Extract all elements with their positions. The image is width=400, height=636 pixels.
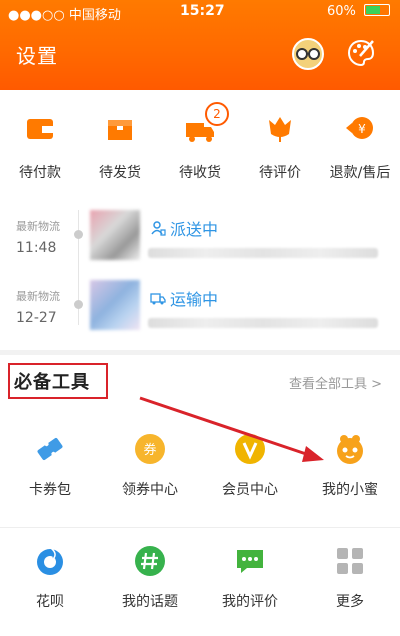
order-label: 待付款	[19, 165, 61, 181]
tool-label: 花呗	[36, 594, 64, 610]
vip-icon	[234, 433, 266, 465]
hashtag-icon	[134, 545, 166, 577]
wallet-icon	[23, 112, 57, 146]
truck-icon: 2	[183, 102, 229, 146]
logistics-status: 运输中	[170, 290, 219, 309]
chat-icon	[234, 545, 266, 577]
product-thumbnail	[90, 210, 140, 260]
order-label: 退款/售后	[329, 165, 391, 181]
tool-vip-center[interactable]: 会员中心	[200, 433, 300, 499]
huabei-icon	[34, 545, 66, 577]
logistics-time: 11:48	[16, 240, 57, 256]
tool-coupon-center[interactable]: 券 领券中心	[100, 433, 200, 499]
clock: 15:27	[180, 3, 225, 19]
battery-status: 60%	[327, 4, 390, 19]
view-all-tools-link[interactable]: 查看全部工具 >	[289, 373, 382, 392]
carrier: ●●●○○ 中国移动	[8, 8, 121, 23]
coupon-icon: 券	[134, 433, 166, 465]
tool-label: 会员中心	[222, 482, 278, 498]
divider	[0, 527, 400, 528]
flower-icon	[263, 112, 297, 146]
tool-label: 领券中心	[122, 482, 178, 498]
logistics-label: 最新物流	[16, 290, 60, 303]
order-label: 待发货	[99, 165, 141, 181]
order-to-review[interactable]: 待评价	[240, 112, 320, 182]
tool-label: 我的评价	[222, 594, 278, 610]
box-icon	[103, 112, 137, 146]
ticket-icon	[34, 433, 66, 465]
timeline-dot	[74, 300, 83, 309]
tool-label: 更多	[336, 594, 364, 610]
tool-label: 我的小蜜	[322, 482, 378, 498]
battery-icon	[364, 4, 390, 16]
order-to-receive[interactable]: 2 待收货	[160, 102, 240, 182]
section-title: 必备工具	[14, 372, 90, 393]
order-status-bar: 待付款 待发货 2 待收货 待评价 ¥ 退款/售后	[0, 90, 400, 200]
battery-percent: 60%	[326, 4, 356, 19]
status-bar: ●●●○○ 中国移动 15:27 60%	[0, 0, 400, 23]
van-icon	[150, 293, 166, 305]
tool-more[interactable]: 更多	[300, 545, 400, 611]
assistant-icon	[334, 433, 366, 465]
order-label: 待评价	[259, 165, 301, 181]
logistics-time: 12-27	[16, 310, 57, 326]
tool-huabei[interactable]: 花呗	[0, 545, 100, 611]
header: ●●●○○ 中国移动 15:27 60% 设置	[0, 0, 400, 90]
tool-label: 我的话题	[122, 594, 178, 610]
courier-icon	[151, 221, 166, 236]
logistics-panel: 最新物流 11:48 派送中 最新物流 12-27 运输中	[0, 200, 400, 350]
tool-my-assistant[interactable]: 我的小蜜	[300, 433, 400, 499]
essential-tools-panel: 必备工具 查看全部工具 > 卡券包 券 领券中心 会员中心 我的小蜜 花呗 我的…	[0, 355, 400, 636]
palette-icon[interactable]	[346, 38, 376, 68]
svg-text:券: 券	[143, 442, 156, 458]
timeline-dot	[74, 230, 83, 239]
tool-card-wallet[interactable]: 卡券包	[0, 433, 100, 499]
refund-icon: ¥	[343, 112, 377, 146]
svg-text:¥: ¥	[358, 122, 366, 136]
tool-my-topics[interactable]: 我的话题	[100, 545, 200, 611]
page-title[interactable]: 设置	[16, 40, 58, 69]
app-screen: ●●●○○ 中国移动 15:27 60% 设置 待付款 待发货 2 待收货 待评…	[0, 0, 400, 636]
logistics-status: 派送中	[170, 220, 219, 239]
badge-count: 2	[205, 102, 229, 126]
grid-icon	[334, 545, 366, 577]
logistics-detail-blurred	[148, 318, 378, 328]
logistics-detail-blurred	[148, 248, 378, 258]
logistics-row[interactable]: 最新物流 12-27 运输中	[0, 272, 400, 342]
order-to-ship[interactable]: 待发货	[80, 112, 160, 182]
tool-my-reviews[interactable]: 我的评价	[200, 545, 300, 611]
order-pending-payment[interactable]: 待付款	[0, 112, 80, 182]
tool-label: 卡券包	[29, 482, 71, 498]
owl-avatar-icon[interactable]	[292, 38, 324, 70]
logistics-label: 最新物流	[16, 220, 60, 233]
order-label: 待收货	[179, 165, 221, 181]
product-thumbnail	[90, 280, 140, 330]
order-refund[interactable]: ¥ 退款/售后	[320, 112, 400, 182]
logistics-row[interactable]: 最新物流 11:48 派送中	[0, 200, 400, 270]
